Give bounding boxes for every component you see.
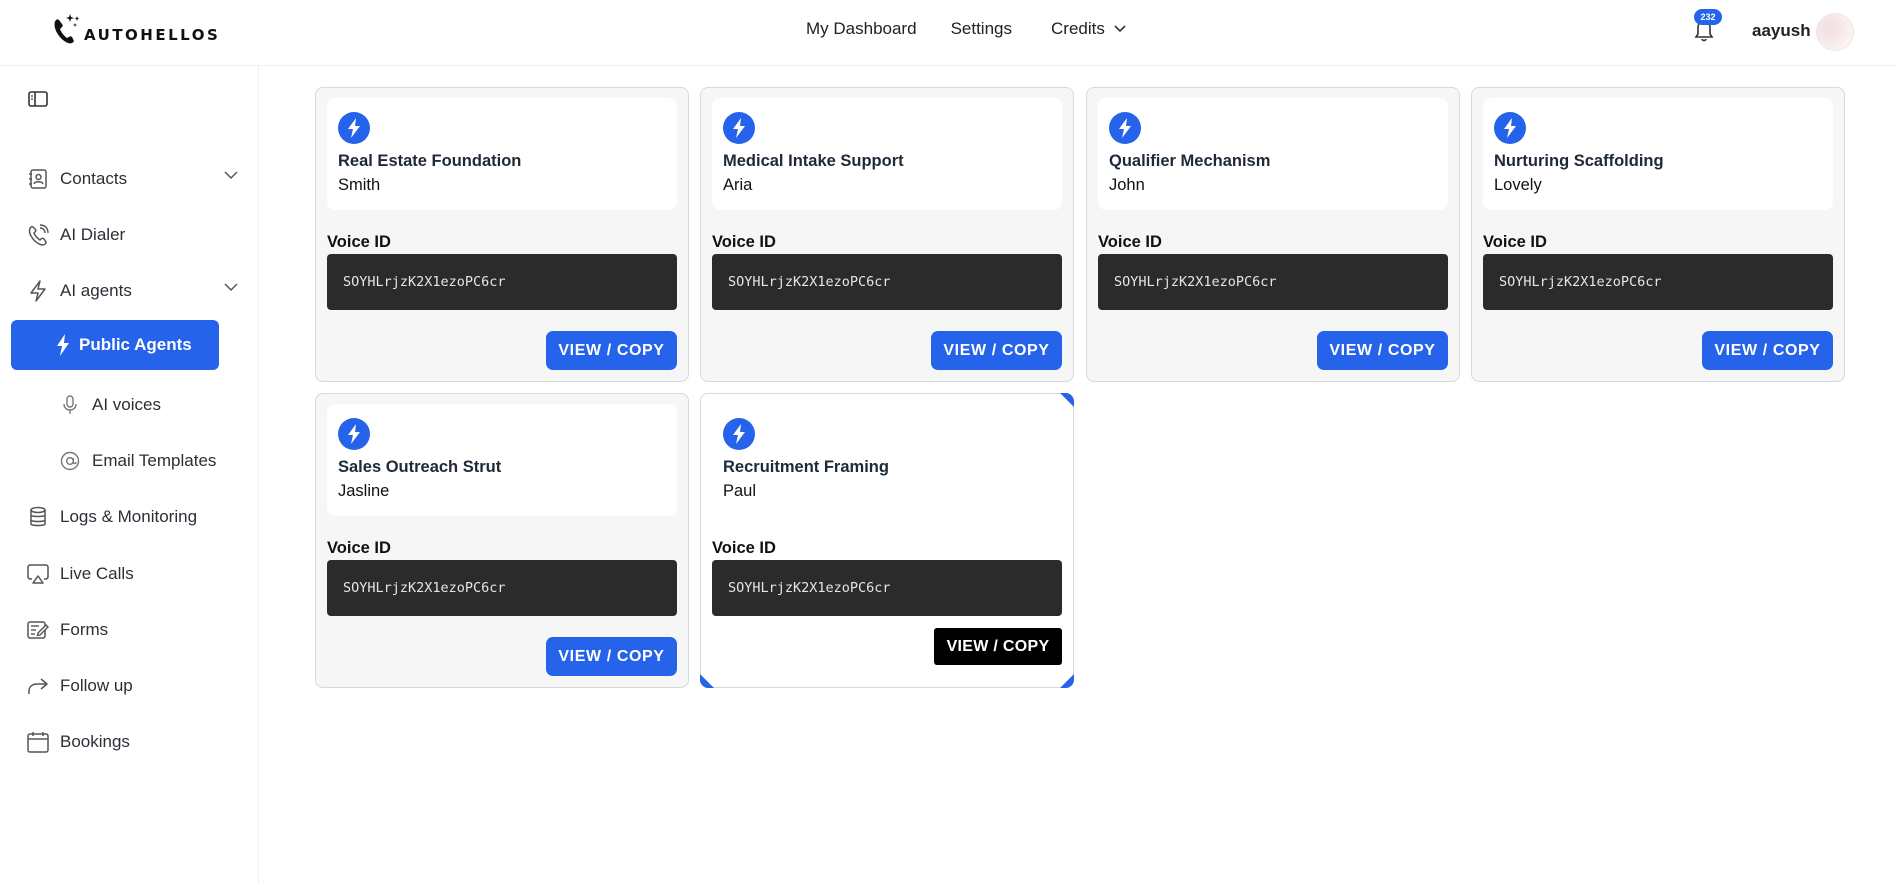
contacts-icon	[26, 167, 50, 191]
agent-title: Recruitment Framing	[723, 458, 889, 476]
sidebar-item-label: AI Dialer	[60, 225, 126, 244]
database-icon	[26, 505, 50, 529]
sidebar-item-label: Email Templates	[92, 451, 217, 470]
sidebar-item-label: Live Calls	[60, 564, 134, 583]
voice-id-label: Voice ID	[1098, 233, 1162, 251]
logo[interactable]: AUTOHELLOS	[52, 12, 220, 46]
sidebar-item-label: Logs & Monitoring	[60, 507, 198, 526]
top-header: AUTOHELLOS My Dashboard Settings Credits…	[0, 0, 1895, 66]
avatar[interactable]	[1816, 13, 1854, 51]
agent-voice-name: John	[1109, 176, 1145, 194]
nav-credits-label: Credits	[1051, 19, 1105, 38]
notification-badge: 232	[1694, 9, 1722, 25]
calendar-icon	[26, 730, 50, 754]
voice-id-label: Voice ID	[1483, 233, 1547, 251]
nav-settings[interactable]: Settings	[951, 19, 1012, 39]
view-copy-button[interactable]: VIEW / COPY	[934, 628, 1062, 665]
agent-card[interactable]: Nurturing Scaffolding Lovely Voice ID SO…	[1471, 87, 1845, 382]
lightning-icon	[723, 418, 755, 450]
sidebar-item-forms[interactable]: Forms	[26, 614, 240, 646]
voice-id-value[interactable]: SOYHLrjzK2X1ezoPC6cr	[712, 254, 1062, 310]
lightning-icon	[1494, 112, 1526, 144]
agent-voice-name: Jasline	[338, 482, 390, 500]
form-edit-icon	[26, 618, 50, 642]
agent-card[interactable]: Sales Outreach Strut Jasline Voice ID SO…	[315, 393, 689, 688]
airplay-icon	[26, 562, 50, 586]
lightning-icon	[57, 334, 69, 356]
chevron-down-icon	[224, 171, 238, 180]
chevron-down-icon	[1114, 25, 1126, 33]
sidebar-item-ai-dialer[interactable]: AI Dialer	[26, 219, 240, 251]
agent-voice-name: Aria	[723, 176, 753, 194]
agent-voice-name: Paul	[723, 482, 757, 500]
sidebar-item-label: AI agents	[60, 281, 132, 300]
sidebar-item-label: Public Agents	[79, 335, 192, 354]
nav-credits[interactable]: Credits	[1051, 19, 1126, 39]
sidebar-item-logs-monitoring[interactable]: Logs & Monitoring	[26, 501, 240, 533]
top-nav: My Dashboard Settings Credits	[806, 19, 1126, 39]
lightning-icon	[1109, 112, 1141, 144]
voice-id-label: Voice ID	[712, 539, 776, 557]
sidebar-item-ai-agents[interactable]: AI agents	[26, 275, 240, 307]
voice-id-label: Voice ID	[327, 233, 391, 251]
view-copy-button[interactable]: VIEW / COPY	[1317, 331, 1448, 370]
chevron-down-icon	[224, 283, 238, 292]
sidebar-item-label: Bookings	[60, 732, 130, 751]
agent-title: Nurturing Scaffolding	[1494, 152, 1664, 170]
agent-voice-name: Lovely	[1494, 176, 1542, 194]
voice-id-label: Voice ID	[712, 233, 776, 251]
sidebar-item-label: AI voices	[92, 395, 161, 414]
sidebar-item-email-templates[interactable]: Email Templates	[58, 445, 248, 477]
sidebar-item-follow-up[interactable]: Follow up	[26, 670, 240, 702]
lightning-icon	[338, 112, 370, 144]
nav-my-dashboard[interactable]: My Dashboard	[806, 19, 917, 39]
agent-title: Qualifier Mechanism	[1109, 152, 1271, 170]
forward-arrow-icon	[26, 674, 50, 698]
agent-card[interactable]: Qualifier Mechanism John Voice ID SOYHLr…	[1086, 87, 1460, 382]
view-copy-button[interactable]: VIEW / COPY	[546, 331, 677, 370]
lightning-icon	[338, 418, 370, 450]
logo-text: AUTOHELLOS	[84, 26, 221, 44]
voice-id-value[interactable]: SOYHLrjzK2X1ezoPC6cr	[327, 254, 677, 310]
username[interactable]: aayush	[1752, 21, 1811, 41]
sidebar-item-live-calls[interactable]: Live Calls	[26, 558, 240, 590]
agent-card[interactable]: Medical Intake Support Aria Voice ID SOY…	[700, 87, 1074, 382]
lightning-icon	[26, 279, 50, 303]
sidebar-item-label: Forms	[60, 620, 109, 639]
view-copy-button[interactable]: VIEW / COPY	[931, 331, 1062, 370]
voice-id-value[interactable]: SOYHLrjzK2X1ezoPC6cr	[712, 560, 1062, 616]
agent-title: Sales Outreach Strut	[338, 458, 502, 476]
at-sign-icon	[58, 449, 82, 473]
corner-accent	[1060, 393, 1074, 407]
phone-call-icon	[26, 223, 50, 247]
agent-title: Real Estate Foundation	[338, 152, 522, 170]
sidebar-item-label: Contacts	[60, 169, 128, 188]
corner-accent	[700, 674, 714, 688]
voice-id-value[interactable]: SOYHLrjzK2X1ezoPC6cr	[1483, 254, 1833, 310]
voice-id-value[interactable]: SOYHLrjzK2X1ezoPC6cr	[1098, 254, 1448, 310]
sidebar-item-bookings[interactable]: Bookings	[26, 726, 240, 758]
sidebar: Contacts AI Dialer AI agents Public Agen…	[0, 66, 259, 883]
voice-id-label: Voice ID	[327, 539, 391, 557]
microphone-icon	[58, 393, 82, 417]
view-copy-button[interactable]: VIEW / COPY	[1702, 331, 1833, 370]
agent-title: Medical Intake Support	[723, 152, 904, 170]
agent-card[interactable]: Recruitment Framing Paul Voice ID SOYHLr…	[700, 393, 1074, 688]
phone-sparkle-icon	[54, 14, 80, 44]
agent-card[interactable]: Real Estate Foundation Smith Voice ID SO…	[315, 87, 689, 382]
sidebar-item-label: Follow up	[60, 676, 133, 695]
agent-voice-name: Smith	[338, 176, 381, 194]
voice-id-value[interactable]: SOYHLrjzK2X1ezoPC6cr	[327, 560, 677, 616]
lightning-icon	[723, 112, 755, 144]
view-copy-button[interactable]: VIEW / COPY	[546, 637, 677, 676]
sidebar-item-contacts[interactable]: Contacts	[26, 163, 240, 195]
sidebar-item-public-agents[interactable]: Public Agents	[11, 320, 219, 370]
sidebar-toggle-icon[interactable]	[26, 88, 50, 110]
sidebar-item-ai-voices[interactable]: AI voices	[58, 389, 248, 421]
corner-accent	[1060, 674, 1074, 688]
